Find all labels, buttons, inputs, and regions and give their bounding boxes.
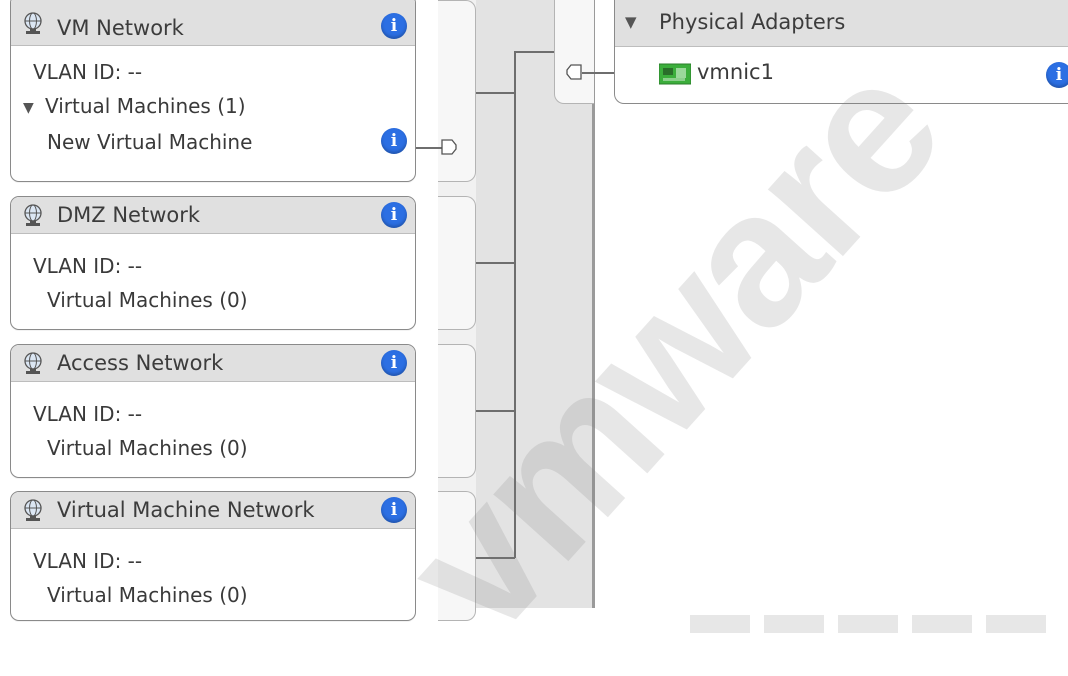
network-globe-icon	[24, 499, 42, 521]
info-icon[interactable]: i	[381, 128, 407, 154]
port-group-header[interactable]: VM Network i	[11, 0, 415, 46]
port-group-name: Virtual Machine Network	[57, 498, 315, 522]
port-group-name: VM Network	[57, 16, 184, 40]
vlan-id-label: VLAN ID: --	[33, 402, 143, 426]
virtual-machines-label[interactable]: Virtual Machines (0)	[47, 436, 248, 460]
virtual-machines-label[interactable]: Virtual Machines (1)	[45, 94, 246, 118]
info-icon[interactable]: i	[381, 350, 407, 376]
vlan-id-label: VLAN ID: --	[33, 549, 143, 573]
physical-adapters-panel: ▼ Physical Adapters vmnic1	[614, 0, 1068, 104]
network-globe-icon	[24, 204, 42, 226]
port-group-dmz-network[interactable]: DMZ Network i VLAN ID: -- Virtual Machin…	[10, 196, 416, 330]
vlan-id-label: VLAN ID: --	[33, 254, 143, 278]
virtual-machines-label[interactable]: Virtual Machines (0)	[47, 288, 248, 312]
info-icon[interactable]: i	[381, 497, 407, 523]
virtual-machines-label[interactable]: Virtual Machines (0)	[47, 583, 248, 607]
vlan-id-label: VLAN ID: --	[33, 60, 143, 84]
port-connector-line-1	[476, 92, 515, 94]
uplink-link-line	[582, 72, 616, 74]
triangle-down-icon[interactable]: ▼	[625, 13, 637, 31]
switch-port-tab-3	[438, 344, 476, 478]
uplink-port-tab	[554, 0, 594, 104]
vm-item-name[interactable]: New Virtual Machine	[47, 130, 252, 154]
switch-port-tab-2	[438, 196, 476, 330]
port-connector-line-4	[476, 557, 515, 559]
physical-adapters-header[interactable]: ▼ Physical Adapters	[615, 0, 1068, 47]
port-group-header[interactable]: Access Network i	[11, 345, 415, 382]
port-group-name: Access Network	[57, 351, 224, 375]
info-icon[interactable]: i	[381, 13, 407, 39]
vm-port-connector-icon[interactable]	[441, 139, 457, 155]
uplink-connector-line	[514, 51, 555, 53]
port-group-virtual-machine-network[interactable]: Virtual Machine Network i VLAN ID: -- Vi…	[10, 491, 416, 621]
port-group-access-network[interactable]: Access Network i VLAN ID: -- Virtual Mac…	[10, 344, 416, 478]
port-group-name: DMZ Network	[57, 203, 201, 227]
port-group-header[interactable]: DMZ Network i	[11, 197, 415, 234]
network-globe-icon	[24, 12, 42, 34]
bottom-watermark-shapes: ▬▬▬▬▬	[690, 579, 1060, 646]
port-connector-line-3	[476, 410, 515, 412]
switch-bus-line	[514, 51, 516, 558]
port-group-vm-network[interactable]: VM Network i VLAN ID: -- ▼ Virtual Machi…	[10, 0, 416, 182]
adapter-name: vmnic1	[697, 60, 774, 84]
port-group-header[interactable]: Virtual Machine Network i	[11, 492, 415, 529]
info-icon[interactable]: i	[1046, 62, 1068, 88]
physical-adapters-title: Physical Adapters	[659, 10, 846, 34]
uplink-port-connector-icon[interactable]	[566, 64, 582, 80]
triangle-down-icon[interactable]: ▼	[23, 96, 34, 120]
nic-card-icon	[659, 63, 691, 85]
switch-port-tab-4	[438, 491, 476, 621]
adapter-row-vmnic1[interactable]: vmnic1	[615, 46, 1068, 103]
network-globe-icon	[24, 352, 42, 374]
vm-link-line	[414, 147, 442, 149]
info-icon[interactable]: i	[381, 202, 407, 228]
port-connector-line-2	[476, 262, 515, 264]
